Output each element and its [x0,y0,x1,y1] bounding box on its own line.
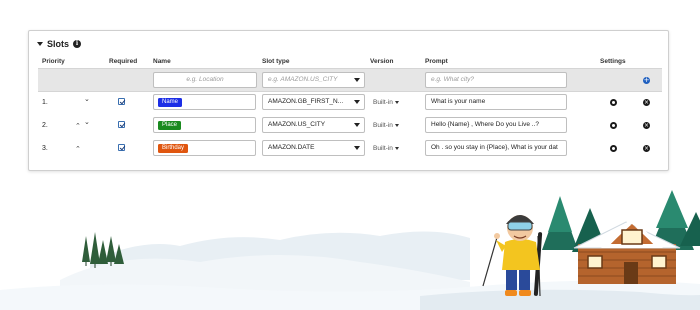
col-settings: Settings [600,58,626,65]
col-prompt: Prompt [425,58,448,65]
slot-type-select[interactable]: AMAZON.GB_FIRST_N... [262,94,365,110]
col-slot-type: Slot type [262,58,290,65]
slots-header[interactable]: Slots i [37,39,82,49]
slot-name-field[interactable]: Place [153,117,256,133]
version-select[interactable]: Built-in [373,122,399,129]
info-icon[interactable]: i [73,40,82,48]
version-value: Built-in [373,99,393,106]
slot-name-chip: Place [158,121,182,130]
prompt-input[interactable]: Hello {Name} , Where Do you Live ..? [425,117,567,133]
delete-icon[interactable]: × [643,145,650,152]
version-select[interactable]: Built-in [373,145,399,152]
version-value: Built-in [373,145,393,152]
gear-icon[interactable] [610,145,617,152]
version-select[interactable]: Built-in [373,99,399,106]
version-value: Built-in [373,122,393,129]
pine-trees-left [82,232,124,264]
caret-down-icon[interactable] [37,42,43,46]
chevron-down-icon [354,78,360,82]
slot-name-chip: Birthday [158,144,189,153]
slot-name-field[interactable]: Birthday [153,140,256,156]
chevron-down-icon [394,147,399,150]
chevron-down-icon [354,146,360,150]
prompt-input[interactable]: Oh . so you stay in {Place}, What is you… [425,140,567,156]
slots-panel: Slots i Priority Required Name Slot type… [28,30,669,171]
col-version: Version [370,58,394,65]
required-checkbox[interactable] [118,98,125,105]
slot-name-chip: Name [158,98,183,107]
new-slot-name-input[interactable]: e.g. Location [153,72,257,88]
required-checkbox[interactable] [118,121,125,128]
chevron-down-icon [394,124,399,127]
move-down-icon[interactable]: ⌄ [84,95,90,103]
delete-icon[interactable]: × [643,99,650,106]
new-slot-type-placeholder: e.g. AMAZON.US_CITY [268,76,338,83]
gear-icon[interactable] [610,122,617,129]
gear-icon[interactable] [610,99,617,106]
col-priority: Priority [42,58,65,65]
slot-type-select[interactable]: AMAZON.DATE [262,140,365,156]
row-number: 2. [42,122,48,129]
slot-type-select[interactable]: AMAZON.US_CITY [262,117,365,133]
add-circle-icon[interactable]: + [643,77,650,84]
slot-type-value: AMAZON.GB_FIRST_N... [268,98,344,105]
slots-title: Slots [47,39,70,49]
prompt-input[interactable]: What is your name [425,94,567,110]
slot-type-value: AMAZON.DATE [268,144,315,151]
move-up-icon[interactable]: ⌃ [75,145,81,153]
chevron-down-icon [354,100,360,104]
chevron-down-icon [354,123,360,127]
new-slot-type-select[interactable]: e.g. AMAZON.US_CITY [262,72,365,88]
slot-name-field[interactable]: Name [153,94,256,110]
new-slot-row: e.g. Location e.g. AMAZON.US_CITY e.g. W… [38,68,662,92]
chevron-down-icon [394,101,399,104]
col-name: Name [153,58,171,65]
slot-type-value: AMAZON.US_CITY [268,121,326,128]
col-required: Required [109,58,138,65]
row-number: 1. [42,99,48,106]
move-down-icon[interactable]: ⌄ [84,118,90,126]
move-up-icon[interactable]: ⌃ [75,122,81,130]
new-slot-prompt-input[interactable]: e.g. What city? [425,72,567,88]
required-checkbox[interactable] [118,144,125,151]
delete-icon[interactable]: × [643,122,650,129]
row-number: 3. [42,145,48,152]
